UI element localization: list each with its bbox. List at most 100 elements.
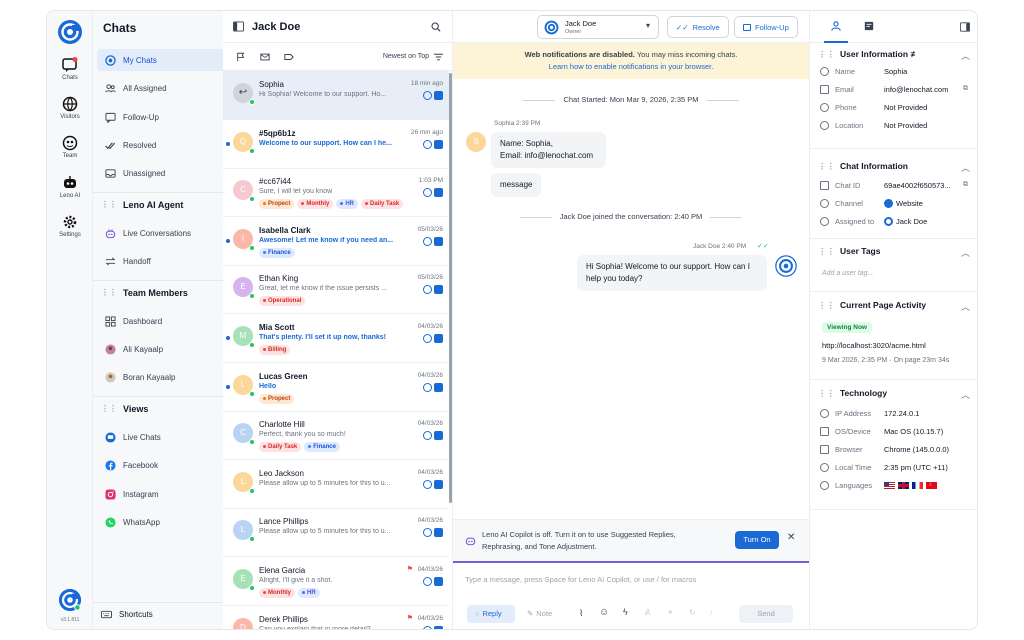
resolve-button[interactable]: ✓✓ Resolve <box>667 16 729 38</box>
assignee-dropdown[interactable]: Jack Doe Owner ▾ <box>537 15 659 39</box>
mail-filter-icon[interactable] <box>260 52 270 62</box>
fr-flag-icon <box>912 482 923 489</box>
conversation-row[interactable]: I Isabella Clark Awesome! Let me know if y… <box>223 217 449 266</box>
chevron-up-icon[interactable]: ︿ <box>961 388 970 401</box>
list-scrollbar[interactable] <box>449 73 452 503</box>
chevron-up-icon[interactable]: ︿ <box>961 300 970 313</box>
rail-settings[interactable]: Settings <box>47 214 93 238</box>
section-title: ⋮⋮ User Information ≢ <box>818 49 919 60</box>
field-key: OS/Device <box>835 427 871 436</box>
rail-chats[interactable]: Chats <box>47 57 93 81</box>
translate-icon[interactable]: Ⱥ <box>645 608 650 617</box>
online-status-dot <box>249 390 255 397</box>
collapse-panel-icon[interactable] <box>960 22 970 32</box>
drag-handle-icon[interactable]: ⋮⋮ <box>101 288 117 297</box>
page-url[interactable]: http://localhost:3020/acme.html <box>822 341 926 350</box>
conversation-row[interactable]: M Mia Scott That's plenty. I'll set it up … <box>223 314 449 363</box>
lightning-icon[interactable]: ϟ <box>623 607 628 617</box>
team-icon <box>62 135 78 151</box>
conversation-row[interactable]: E Ethan King Great, let me know if the iss… <box>223 265 449 315</box>
field-key: Channel <box>835 199 863 208</box>
agent-icon <box>423 236 432 246</box>
website-channel-icon <box>434 334 443 343</box>
conversation-row[interactable]: D Derek Phillips Can you explain that in m… <box>223 606 449 630</box>
user-avatar-icon[interactable] <box>58 588 82 612</box>
collapse-sidebar-icon[interactable] <box>233 21 244 32</box>
rephrase-icon[interactable]: ↻ <box>689 608 696 617</box>
drag-handle-icon[interactable]: ⋮⋮ <box>818 388 835 398</box>
emoji-icon[interactable]: ☺ <box>599 607 609 618</box>
field-key: Assigned to <box>835 217 875 226</box>
copy-icon[interactable]: ⧉ <box>963 181 968 189</box>
timestamp: 04/03/26 <box>417 566 443 573</box>
turn-on-button[interactable]: Turn On <box>735 531 779 549</box>
sort-label[interactable]: Newest on Top <box>383 53 429 60</box>
nav-label: Handoff <box>123 256 151 266</box>
enable-notifications-link[interactable]: Learn how to enable notifications in you… <box>549 62 714 71</box>
drag-handle-icon[interactable]: ⋮⋮ <box>101 404 117 413</box>
channel-field: Channel Website <box>820 199 976 211</box>
conversation-row[interactable]: E Elena Garcia Alright, I'll give it a sho… <box>223 557 449 606</box>
online-status-dot <box>249 585 255 591</box>
tone-icon[interactable]: ♪ <box>709 608 713 617</box>
chevron-up-icon[interactable]: ︿ <box>961 246 970 259</box>
visitor-name: #cc67i44 <box>259 177 292 187</box>
drag-handle-icon[interactable]: ⋮⋮ <box>818 49 835 59</box>
globe-icon <box>62 96 78 112</box>
add-tag-input[interactable]: Add a user tag... <box>822 270 873 277</box>
nav-label: WhatsApp <box>123 517 160 527</box>
chevron-up-icon[interactable]: ︿ <box>961 161 970 174</box>
conversation-row[interactable]: Q #5qp6b1z Welcome to our support. How can… <box>223 120 449 169</box>
sort-icon[interactable] <box>434 53 443 61</box>
flag-filter-icon[interactable] <box>236 52 246 62</box>
edit-list-icon[interactable]: ≢ <box>910 49 919 59</box>
follow-up-button[interactable]: Follow-Up <box>734 16 798 38</box>
conversation-row[interactable]: L Leo Jackson Please allow up to 5 minutes… <box>223 460 449 509</box>
tag-dot <box>302 590 305 594</box>
ai-bot-icon <box>105 228 116 238</box>
tag-filter-icon[interactable] <box>284 52 294 62</box>
chevron-up-icon[interactable]: ︿ <box>961 49 970 62</box>
send-button[interactable]: Send <box>739 605 793 623</box>
conversation-row[interactable]: C Charlotte Hill Perfect, thank you so muc… <box>223 411 449 461</box>
tab-user-info[interactable] <box>824 11 848 43</box>
field-key: Location <box>835 121 864 130</box>
drag-handle-icon[interactable]: ⋮⋮ <box>818 300 835 310</box>
conversation-row[interactable]: C #cc67i44 Sure, I will let you know 1:03 P… <box>223 168 449 218</box>
user-icon <box>831 21 841 31</box>
note-tab[interactable]: ✎ Note <box>527 609 552 618</box>
drag-handle-icon[interactable]: ⋮⋮ <box>818 246 835 256</box>
conversation-row[interactable]: L Lucas Green Hello 04/03/26 Propect <box>223 363 449 412</box>
magic-icon[interactable]: ✦ <box>667 608 674 617</box>
close-icon[interactable]: ✕ <box>787 532 795 543</box>
agent-filter-title: Jack Doe <box>252 20 301 33</box>
message-line: Name: Sophia, <box>500 139 553 148</box>
conversation-row[interactable]: ↩ Sophia Hi Sophia! Welcome to our support… <box>223 71 449 120</box>
attachment-icon[interactable]: ⌇ <box>579 608 583 619</box>
search-icon[interactable] <box>431 22 441 32</box>
user-information-section: ⋮⋮ User Information ≢ ︿ Name Sophia Email i… <box>810 43 977 149</box>
tag-label: Finance <box>268 249 291 256</box>
tag-list: Finance <box>259 247 295 258</box>
message-preview: Can you explain that in more detail? <box>259 625 371 630</box>
drag-handle-icon[interactable]: ⋮⋮ <box>101 200 117 209</box>
leno-logo-icon[interactable] <box>57 19 83 45</box>
tr-flag-icon: ☾ <box>926 482 937 489</box>
notes-tab-icon[interactable] <box>864 21 874 31</box>
tag-label: Operational <box>268 298 302 305</box>
copy-icon[interactable]: ⧉ <box>963 85 968 93</box>
section-title: Leno AI Agent <box>123 199 184 210</box>
message-input[interactable]: Type a message, press Space for Leno AI … <box>465 575 795 584</box>
nav-label: Dashboard <box>123 316 163 326</box>
rail-team[interactable]: Team <box>47 135 93 159</box>
rail-leno-ai[interactable]: Leno AI <box>47 175 93 199</box>
rail-visitors[interactable]: Visitors <box>47 96 93 120</box>
conversation-row[interactable]: L Lance Phillips Please allow up to 5 minu… <box>223 508 449 558</box>
name-field: Name Sophia <box>820 67 976 79</box>
tag-label: Billing <box>268 347 287 353</box>
agent-icon <box>423 139 432 149</box>
website-channel-icon <box>434 431 443 441</box>
drag-handle-icon[interactable]: ⋮⋮ <box>818 161 835 171</box>
shortcuts-label: Shortcuts <box>119 610 153 619</box>
reply-tab[interactable]: ◌ Reply <box>467 605 515 623</box>
